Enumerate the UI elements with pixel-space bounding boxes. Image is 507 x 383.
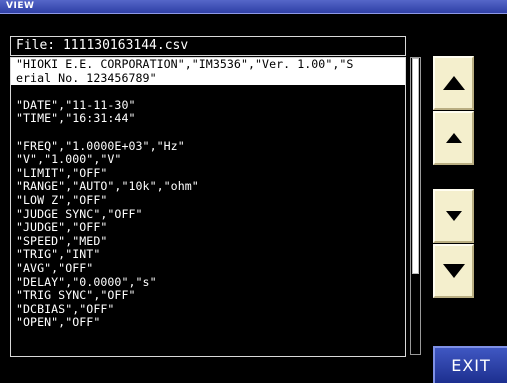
- csv-line: "JUDGE","OFF": [16, 220, 108, 235]
- page-up-button[interactable]: [433, 56, 474, 110]
- csv-line: "FREQ","1.0000E+03","Hz": [16, 138, 185, 153]
- csv-line: "V","1.000","V": [16, 152, 122, 167]
- csv-line: "JUDGE SYNC","OFF": [16, 206, 143, 221]
- line-up-button[interactable]: [433, 111, 474, 165]
- triangle-up-small-icon: [445, 133, 462, 143]
- csv-line: "LIMIT","OFF": [16, 165, 108, 180]
- csv-line: "HIOKI E.E. CORPORATION","IM3536","Ver. …: [11, 58, 405, 72]
- csv-line: erial No. 123456789": [11, 71, 405, 86]
- csv-line: "SPEED","MED": [16, 233, 108, 248]
- csv-line: "OPEN","OFF": [16, 315, 101, 330]
- csv-line: "DCBIAS","OFF": [16, 301, 115, 316]
- csv-line: "DELAY","0.0000","s": [16, 274, 157, 289]
- file-content-view[interactable]: "HIOKI E.E. CORPORATION","IM3536","Ver. …: [10, 57, 406, 357]
- file-name-display: File: 111130163144.csv: [10, 36, 406, 56]
- csv-line: "TRIG SYNC","OFF": [16, 288, 136, 303]
- csv-line: "TRIG","INT": [16, 247, 101, 262]
- triangle-up-large-icon: [442, 76, 465, 90]
- exit-button[interactable]: EXIT: [433, 346, 507, 383]
- page-down-button[interactable]: [433, 244, 474, 298]
- csv-line: "RANGE","AUTO","10k","ohm": [16, 179, 199, 194]
- line-down-button[interactable]: [433, 189, 474, 243]
- triangle-down-small-icon: [445, 211, 462, 221]
- csv-line: [11, 85, 405, 99]
- window-title: VIEW: [6, 1, 35, 11]
- triangle-down-large-icon: [442, 264, 465, 278]
- csv-line: "LOW Z","OFF": [16, 192, 108, 207]
- csv-line: "DATE","11-11-30": [16, 97, 136, 112]
- csv-line: "TIME","16:31:44": [16, 111, 136, 126]
- csv-line: [11, 126, 405, 140]
- title-bar: VIEW: [0, 0, 507, 14]
- csv-line: "AVG","OFF": [16, 260, 94, 275]
- scrollbar-thumb[interactable]: [412, 58, 419, 274]
